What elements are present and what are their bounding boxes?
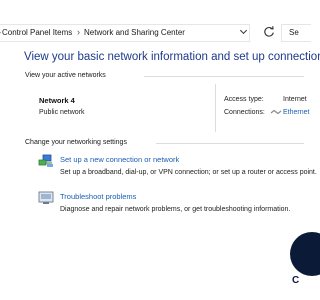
refresh-icon[interactable] <box>262 25 276 39</box>
ethernet-icon <box>270 109 282 115</box>
search-placeholder: Se <box>289 28 299 37</box>
active-networks-heading: View your active networks <box>25 72 106 79</box>
setup-new-connection-description: Set up a broadband, dial-up, or VPN conn… <box>60 169 317 176</box>
network-category: Public network <box>39 109 85 116</box>
breadcrumb-item-network-and-sharing-center[interactable]: Network and Sharing Center <box>84 28 185 37</box>
connection-ethernet-link[interactable]: Ethernet <box>283 109 309 116</box>
troubleshoot-problems-link[interactable]: Troubleshoot problems <box>60 192 136 201</box>
network-properties-divider <box>215 84 216 132</box>
breadcrumb-separator: › <box>77 27 80 37</box>
section-divider <box>144 76 304 77</box>
troubleshoot-icon <box>38 191 54 204</box>
avatar <box>290 232 320 276</box>
section-divider <box>156 143 304 144</box>
network-name: Network 4 <box>39 96 75 105</box>
setup-new-connection-link[interactable]: Set up a new connection or network <box>60 155 179 164</box>
page-title: View your basic network information and … <box>24 51 320 63</box>
connections-label: Connections: <box>224 109 265 116</box>
breadcrumb-item-control-panel-items[interactable]: Control Panel Items <box>2 28 72 37</box>
networking-settings-heading: Change your networking settings <box>25 139 127 146</box>
access-type-label: Access type: <box>224 96 264 103</box>
overlay-letter: C <box>292 275 300 286</box>
network-setup-icon <box>38 154 53 167</box>
troubleshoot-problems-description: Diagnose and repair network problems, or… <box>60 206 291 213</box>
access-type-value: Internet <box>283 96 307 103</box>
breadcrumb-separator: › <box>0 27 1 37</box>
